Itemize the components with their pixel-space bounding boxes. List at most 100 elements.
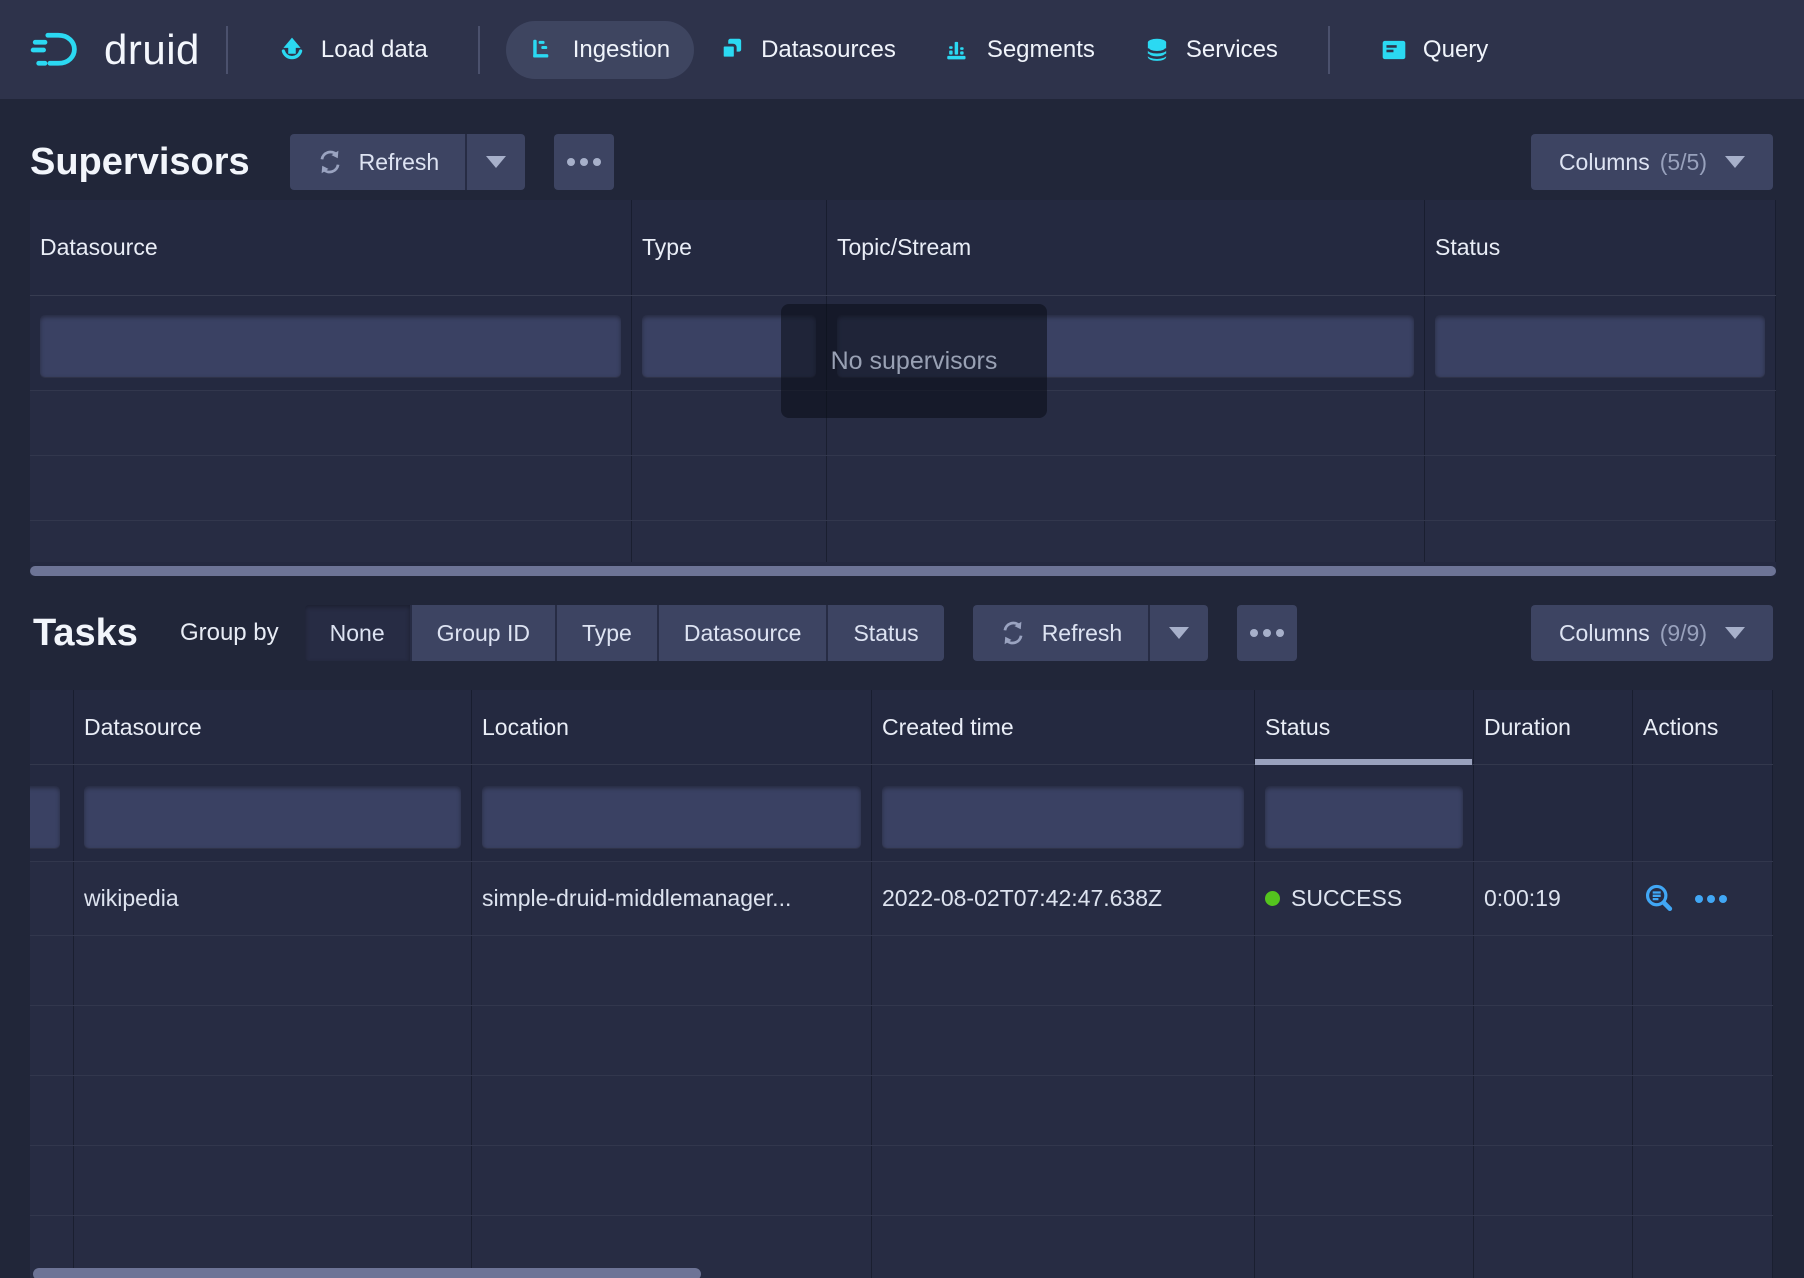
column-header-datasource[interactable]: Datasource [30,200,632,295]
group-by-button-group: None Group ID Type Datasource Status [305,605,944,661]
tasks-table: Datasource Location Created time Status … [30,690,1773,1278]
supervisors-table: Datasource Type Topic/Stream Status No s… [30,200,1776,576]
refresh-icon [999,619,1027,647]
tasks-filter-row [30,765,1773,861]
columns-label: Columns [1559,149,1650,176]
stacked-panes-icon [718,36,746,64]
nav-divider [478,26,480,74]
nav-item-label: Ingestion [573,36,670,64]
supervisors-refresh-interval-button[interactable] [465,134,525,190]
task-actions [1633,862,1773,935]
brand-name: druid [104,26,200,74]
nav-item-label: Query [1423,36,1488,64]
task-status: SUCCESS [1255,862,1474,935]
query-editor-icon [1380,36,1408,64]
table-row [30,520,1776,562]
topic-stream-filter-input[interactable] [837,315,1414,377]
datasource-filter-input[interactable] [84,786,461,848]
inspect-magnifier-icon[interactable] [1643,883,1675,915]
more-dots-icon [1250,629,1284,637]
clipped-filter-input[interactable] [30,786,60,848]
task-datasource: wikipedia [74,862,472,935]
gantt-chart-icon [530,36,558,64]
supervisors-columns-button[interactable]: Columns (5/5) [1531,134,1773,190]
refresh-label: Refresh [1042,620,1123,647]
supervisors-title: Supervisors [30,141,250,184]
location-filter-input[interactable] [482,786,861,848]
druid-brand[interactable]: druid [30,26,200,74]
column-header-actions[interactable]: Actions [1633,690,1773,764]
status-filter-input[interactable] [1265,786,1463,848]
chevron-down-icon [1169,627,1189,639]
column-header-type[interactable]: Type [632,200,827,295]
table-row [30,1075,1773,1145]
tasks-horizontal-scrollbar[interactable] [33,1268,701,1278]
table-row [30,1145,1773,1215]
table-row [30,390,1776,455]
nav-item-segments[interactable]: Segments [920,21,1119,79]
bar-chart-icon [944,36,972,64]
tasks-refresh-split-button: Refresh [973,605,1209,661]
chevron-down-icon [1725,156,1745,168]
supervisors-refresh-button[interactable]: Refresh [290,134,466,190]
column-header-status-sorted[interactable]: Status [1255,690,1474,764]
supervisors-refresh-split-button: Refresh [290,134,526,190]
tasks-more-button[interactable] [1237,605,1297,661]
refresh-icon [316,148,344,176]
tasks-columns-button[interactable]: Columns (9/9) [1531,605,1773,661]
nav-item-load-data[interactable]: Load data [254,21,452,79]
column-header-datasource[interactable]: Datasource [74,690,472,764]
columns-count: (5/5) [1660,149,1707,176]
tasks-section-bar: Tasks Group by None Group ID Type Dataso… [33,605,1773,661]
upload-icon [278,36,306,64]
nav-item-ingestion[interactable]: Ingestion [506,21,694,79]
task-created-time: 2022-08-02T07:42:47.638Z [872,862,1255,935]
tasks-refresh-interval-button[interactable] [1148,605,1208,661]
row-actions-menu-icon[interactable] [1695,895,1727,903]
column-header-created-time[interactable]: Created time [872,690,1255,764]
status-filter-input[interactable] [1435,315,1765,377]
group-by-datasource-button[interactable]: Datasource [657,605,827,661]
task-location: simple-druid-middlemanager... [472,862,872,935]
column-header-status[interactable]: Status [1425,200,1776,295]
group-by-none-button[interactable]: None [305,605,410,661]
supervisors-table-header: Datasource Type Topic/Stream Status [30,200,1776,296]
tasks-title: Tasks [33,612,138,655]
type-filter-input[interactable] [642,315,816,377]
nav-divider [1328,26,1330,74]
tasks-table-header: Datasource Location Created time Status … [30,690,1773,765]
tasks-refresh-button[interactable]: Refresh [973,605,1149,661]
nav-item-query[interactable]: Query [1356,21,1512,79]
nav-item-label: Segments [987,36,1095,64]
column-header-duration[interactable]: Duration [1474,690,1633,764]
group-by-status-button[interactable]: Status [826,605,943,661]
table-row [30,455,1776,520]
nav-item-services[interactable]: Services [1119,21,1302,79]
refresh-label: Refresh [359,149,440,176]
table-row [30,1005,1773,1075]
database-icon [1143,36,1171,64]
column-header-location[interactable]: Location [472,690,872,764]
supervisors-horizontal-scrollbar[interactable] [30,566,1776,576]
top-nav: druid Load data Ingestion [0,0,1804,99]
created-time-filter-input[interactable] [882,786,1244,848]
chevron-down-icon [486,156,506,168]
group-by-label: Group by [180,619,279,647]
group-by-type-button[interactable]: Type [555,605,657,661]
task-row-wikipedia[interactable]: wikipedia simple-druid-middlemanager... … [30,861,1773,935]
nav-item-label: Services [1186,36,1278,64]
datasource-filter-input[interactable] [40,315,621,377]
more-dots-icon [567,158,601,166]
group-by-group-id-button[interactable]: Group ID [410,605,555,661]
column-header-topic-stream[interactable]: Topic/Stream [827,200,1425,295]
column-header-clipped[interactable] [30,690,74,764]
task-duration: 0:00:19 [1474,862,1633,935]
supervisors-section-bar: Supervisors Refresh Columns (5/5) [30,134,1773,190]
nav-item-label: Load data [321,36,428,64]
columns-label: Columns [1559,620,1650,647]
status-badge: SUCCESS [1291,885,1402,912]
nav-item-datasources[interactable]: Datasources [694,21,920,79]
columns-count: (9/9) [1660,620,1707,647]
supervisors-more-button[interactable] [554,134,614,190]
nav-divider [226,26,228,74]
